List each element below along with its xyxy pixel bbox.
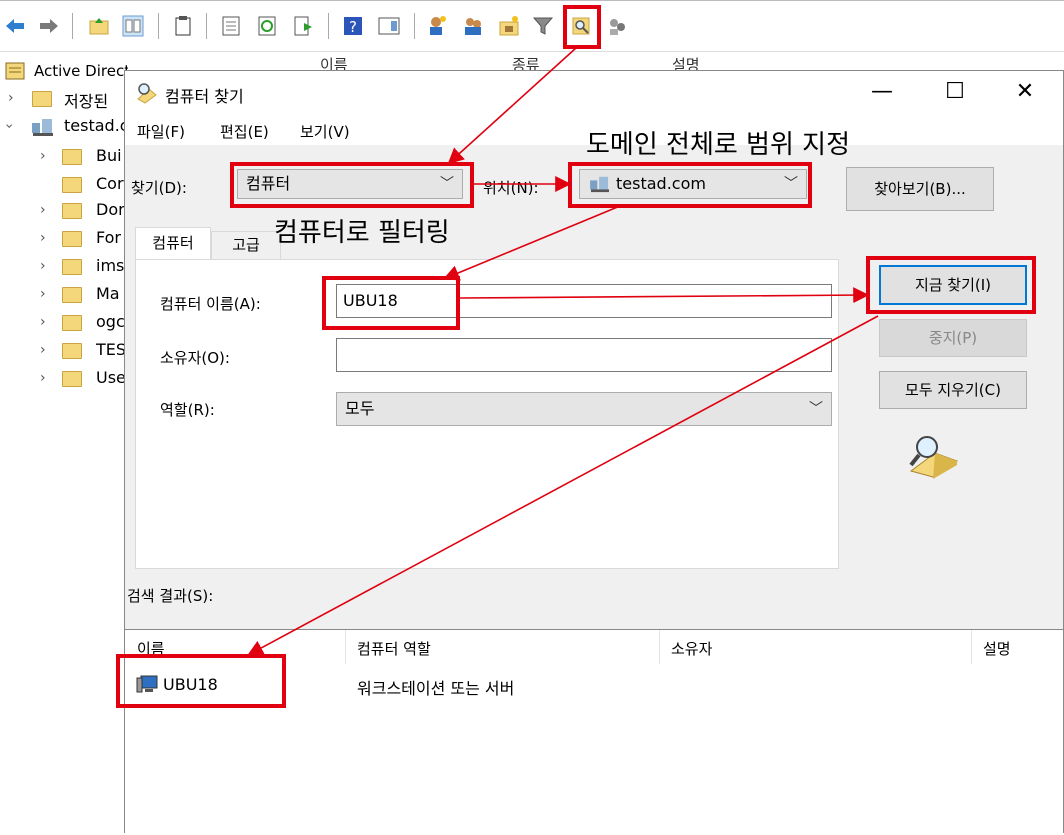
tree-root-label: Active Directory 사용자 및 컴퓨터 — [34, 62, 128, 80]
up-folder-icon[interactable] — [88, 15, 110, 37]
tree-item-label: testad.c — [64, 116, 128, 135]
folder-icon — [62, 287, 82, 303]
highlight-find-now — [866, 256, 1036, 314]
folder-icon — [62, 371, 82, 387]
note-filter-computer: 컴퓨터로 필터링 — [274, 218, 450, 248]
menu-edit[interactable]: 편집(E) — [220, 121, 269, 142]
clipboard-icon[interactable] — [172, 15, 194, 37]
owner-label: 소유자(O): — [160, 349, 230, 367]
ou-folder-icon — [62, 203, 82, 219]
chevron-down-icon[interactable]: › — [1, 123, 17, 129]
highlight-location — [568, 162, 812, 208]
add-to-group-icon[interactable] — [606, 15, 628, 37]
tree-item-child[interactable]: › Bui — [0, 144, 128, 170]
tree-item-child[interactable]: › Use — [0, 366, 128, 392]
mmc-toolbar: ? — [0, 0, 1064, 52]
folder-icon — [62, 149, 82, 165]
menu-file[interactable]: 파일(F) — [137, 121, 185, 142]
stop-button[interactable]: 중지(P) — [879, 319, 1027, 357]
toolbar-separator — [328, 13, 329, 39]
menu-view[interactable]: 보기(V) — [300, 121, 350, 142]
domain-icon — [32, 119, 53, 136]
col-header-owner[interactable]: 소유자 — [671, 638, 712, 659]
dialog-titlebar[interactable]: 컴퓨터 찾기 — ☐ ✕ — [125, 71, 1063, 115]
ad-console-icon — [5, 62, 25, 80]
tree-item-child[interactable]: › Dor — [0, 198, 128, 224]
tab-advanced[interactable]: 고급 — [211, 231, 281, 259]
close-button[interactable]: ✕ — [1003, 77, 1047, 107]
search-results-label: 검색 결과(S): — [127, 587, 214, 605]
owner-input[interactable] — [336, 338, 832, 372]
export-list-icon[interactable] — [292, 15, 314, 37]
folder-icon — [62, 231, 82, 247]
help-icon[interactable]: ? — [342, 15, 364, 37]
tree-item-child[interactable]: › For — [0, 226, 128, 252]
tree-item-domain[interactable]: › testad.c — [0, 114, 128, 140]
svg-text:?: ? — [349, 18, 357, 36]
search-animation-icon — [909, 436, 959, 479]
highlight-computer-name — [322, 276, 460, 330]
console-tree: Active Directory 사용자 및 컴퓨터 › 저장된 › testa… — [0, 52, 128, 833]
role-label: 역할(R): — [160, 401, 215, 419]
tree-item-label: 저장된 — [64, 92, 109, 111]
col-header-role[interactable]: 컴퓨터 역할 — [357, 638, 431, 659]
back-arrow-icon[interactable] — [4, 15, 26, 37]
new-ou-icon[interactable] — [498, 15, 520, 37]
tab-computer[interactable]: 컴퓨터 — [135, 227, 211, 260]
refresh-icon[interactable] — [256, 15, 278, 37]
minimize-button[interactable]: — — [860, 77, 904, 107]
toolbar-separator — [206, 13, 207, 39]
note-domain-scope: 도메인 전체로 범위 지정 — [586, 130, 850, 160]
maximize-button[interactable]: ☐ — [933, 77, 977, 107]
tab-panel-computer: 컴퓨터 이름(A): UBU18 소유자(O): 역할(R): 모두 ﹀ — [135, 259, 839, 569]
ou-folder-icon — [62, 343, 82, 359]
chevron-right-icon[interactable]: › — [8, 90, 14, 106]
new-group-icon[interactable] — [462, 15, 484, 37]
new-user-icon[interactable] — [426, 15, 448, 37]
tree-item-child[interactable]: Cor — [0, 172, 128, 198]
tree-item-child[interactable]: › Ma — [0, 282, 128, 308]
show-hide-tree-icon[interactable] — [122, 15, 144, 37]
highlight-find-tool — [563, 5, 601, 49]
find-label: 찾기(D): — [131, 179, 187, 197]
properties-icon[interactable] — [220, 15, 242, 37]
dialog-title: 컴퓨터 찾기 — [165, 87, 244, 106]
toolbar-separator — [72, 13, 73, 39]
toolbar-separator — [158, 13, 159, 39]
tree-root[interactable]: Active Directory 사용자 및 컴퓨터 — [0, 58, 128, 84]
col-header-description[interactable]: 설명 — [983, 638, 1011, 659]
ou-folder-icon — [62, 315, 82, 331]
tree-item-child[interactable]: › TES — [0, 338, 128, 364]
clear-all-button[interactable]: 모두 지우기(C) — [879, 371, 1027, 409]
computer-name-label: 컴퓨터 이름(A): — [160, 295, 261, 313]
tree-item-child[interactable]: › ims — [0, 254, 128, 280]
forward-arrow-icon[interactable] — [38, 15, 60, 37]
toolbar-separator — [414, 13, 415, 39]
in-label: 위치(N): — [483, 179, 539, 197]
find-icon — [137, 83, 157, 104]
action-pane-icon[interactable] — [378, 15, 400, 37]
folder-icon — [62, 177, 82, 193]
ou-folder-icon — [62, 259, 82, 275]
filter-icon[interactable] — [532, 15, 554, 37]
chevron-down-icon: ﹀ — [809, 401, 823, 417]
tree-item-child[interactable]: › ogc — [0, 310, 128, 336]
folder-icon — [32, 91, 52, 107]
browse-button[interactable]: 찾아보기(B)... — [846, 167, 994, 211]
highlight-find-type — [230, 162, 474, 208]
highlight-result-row — [116, 654, 286, 708]
role-select[interactable]: 모두 ﹀ — [336, 392, 832, 426]
tree-item-saved-queries[interactable]: › 저장된 — [0, 86, 128, 112]
result-role: 워크스테이션 또는 서버 — [357, 679, 515, 698]
role-value: 모두 — [345, 399, 375, 418]
